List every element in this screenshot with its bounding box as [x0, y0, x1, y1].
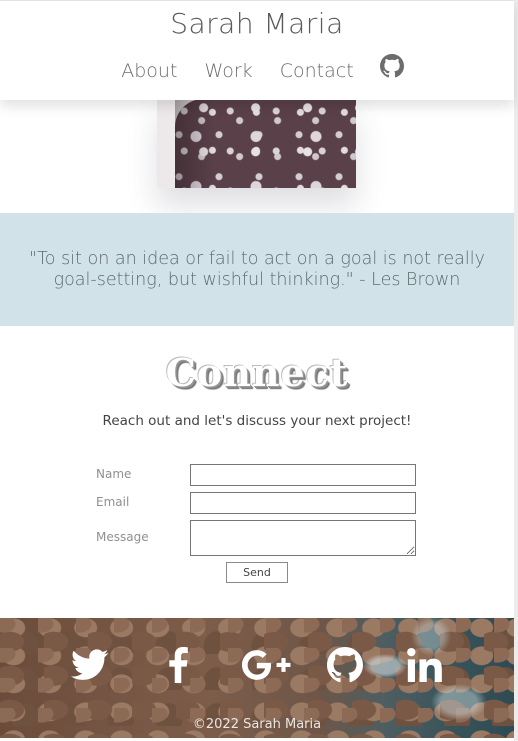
linkedin-icon[interactable] — [405, 643, 445, 687]
site-header: Sarah Maria About Work Contact — [0, 0, 514, 100]
nav-about-link[interactable]: About — [121, 60, 177, 82]
github-icon[interactable] — [326, 643, 364, 687]
social-links — [0, 643, 514, 687]
scrollbar[interactable] — [514, 0, 518, 741]
name-field[interactable] — [190, 464, 416, 486]
name-label: Name — [96, 467, 132, 481]
message-field[interactable] — [190, 520, 416, 556]
site-title[interactable]: Sarah Maria — [0, 7, 514, 40]
profile-photo — [157, 99, 356, 188]
copyright-text: ©2022 Sarah Maria — [192, 717, 322, 732]
github-icon[interactable] — [379, 54, 404, 82]
connect-heading: Connect — [165, 350, 349, 395]
google-plus-icon[interactable] — [238, 643, 294, 687]
main-nav: About Work Contact — [0, 54, 514, 85]
connect-subheading: Reach out and let's discuss your next pr… — [102, 413, 412, 429]
email-label: Email — [96, 495, 130, 509]
email-field[interactable] — [190, 492, 416, 514]
page: Sarah Maria About Work Contact "To sit o… — [0, 0, 514, 741]
facebook-icon[interactable] — [164, 643, 192, 687]
quote-band: "To sit on an idea or fail to act on a g… — [0, 213, 514, 326]
message-label: Message — [96, 530, 149, 544]
quote-text: "To sit on an idea or fail to act on a g… — [29, 249, 485, 290]
nav-contact-link[interactable]: Contact — [280, 60, 354, 82]
twitter-icon[interactable] — [70, 643, 110, 687]
site-footer: ©2022 Sarah Maria — [0, 618, 514, 738]
nav-work-link[interactable]: Work — [205, 60, 253, 82]
send-button[interactable]: Send — [226, 562, 288, 583]
